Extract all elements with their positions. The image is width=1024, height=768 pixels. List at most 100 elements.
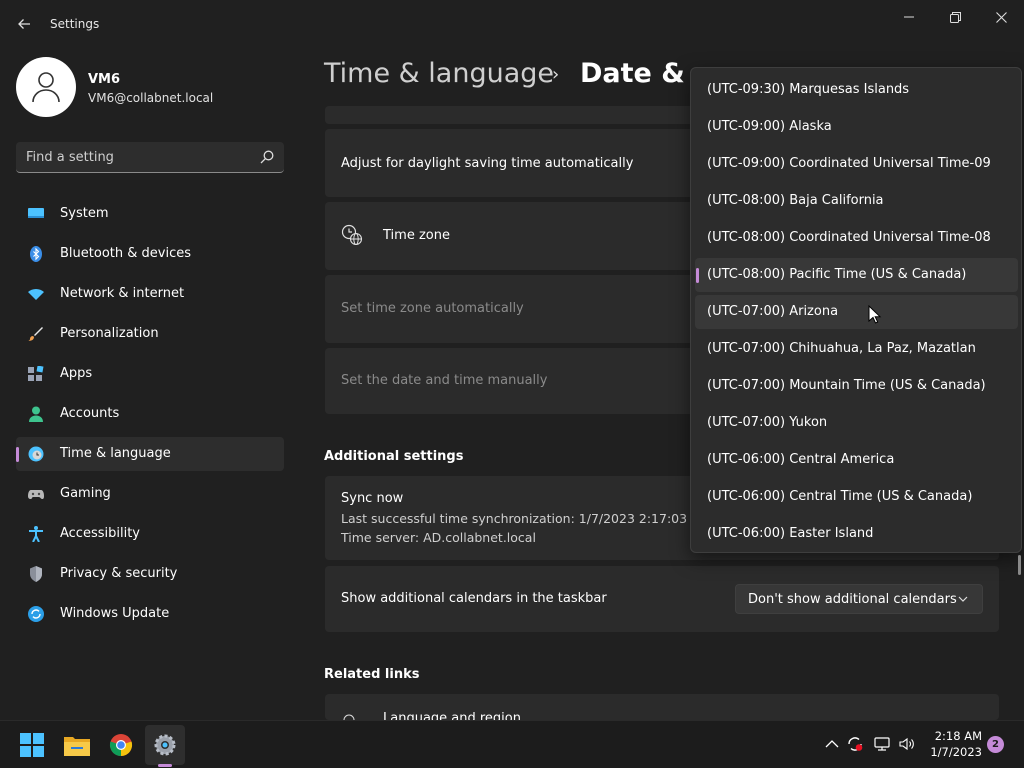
sidebar-item-label: Network & internet	[60, 286, 185, 301]
avatar[interactable]	[16, 57, 76, 117]
taskbar-clock-time[interactable]: 2:18 AM	[934, 729, 982, 743]
sidebar-item-accessibility[interactable]: Accessibility	[16, 517, 284, 551]
system-icon	[28, 208, 44, 218]
taskbar	[0, 720, 1024, 768]
user-email: VM6@collabnet.local	[88, 91, 214, 105]
minimize-button[interactable]	[886, 6, 932, 28]
user-name: VM6	[88, 72, 121, 87]
sidebar-item-label: Accessibility	[60, 526, 140, 541]
active-indicator	[16, 447, 19, 462]
sidebar-item-label: Gaming	[60, 486, 111, 501]
accounts-icon	[29, 406, 43, 422]
manual-date-time-label: Set the date and time manually	[341, 373, 548, 388]
taskbar-clock-date[interactable]: 1/7/2023	[925, 745, 982, 759]
close-icon	[995, 11, 1007, 23]
search-box[interactable]	[16, 142, 284, 173]
sidebar-item-system[interactable]: System	[16, 197, 284, 231]
chevron-down-icon	[958, 596, 968, 602]
network-icon[interactable]	[873, 736, 891, 752]
sidebar-item-label: Windows Update	[60, 606, 170, 621]
daylight-saving-label: Adjust for daylight saving time automati…	[341, 156, 634, 171]
restore-icon	[949, 11, 961, 23]
chrome-button[interactable]	[101, 725, 141, 765]
calendars-dropdown[interactable]: Don't show additional calendars	[735, 584, 983, 614]
time-zone-option[interactable]: (UTC-09:00) Alaska	[695, 110, 1018, 144]
sidebar-item-accounts[interactable]: Accounts	[16, 397, 284, 431]
minimize-icon	[904, 16, 914, 18]
chevron-up-icon[interactable]	[823, 736, 841, 752]
sidebar-item-label: Personalization	[60, 326, 159, 341]
settings-taskbar-button[interactable]	[145, 725, 185, 765]
title-bar: Settings	[0, 0, 1024, 48]
restore-button[interactable]	[932, 6, 978, 28]
folder-icon	[64, 737, 90, 756]
page-scrollbar[interactable]	[1018, 555, 1021, 575]
time-zone-option[interactable]: (UTC-08:00) Coordinated Universal Time-0…	[695, 221, 1018, 255]
time-zone-dropdown-list[interactable]: (UTC-09:30) Marquesas Islands (UTC-09:00…	[690, 67, 1022, 553]
chrome-icon	[109, 734, 133, 757]
time-zone-option[interactable]: (UTC-08:00) Baja California	[695, 184, 1018, 218]
notification-badge[interactable]: 2	[987, 736, 1004, 753]
apps-icon	[28, 366, 44, 381]
time-zone-option-selected[interactable]: (UTC-08:00) Pacific Time (US & Canada)	[695, 258, 1018, 292]
sidebar-item-personalization[interactable]: Personalization	[16, 317, 284, 351]
time-zone-option[interactable]: (UTC-07:00) Mountain Time (US & Canada)	[695, 369, 1018, 403]
time-zone-label: Time zone	[383, 228, 450, 243]
language-region-link[interactable]: Language and region	[383, 711, 521, 720]
breadcrumb-separator: ›	[552, 64, 560, 85]
related-links-title: Related links	[324, 667, 420, 682]
sidebar-item-label: Bluetooth & devices	[60, 246, 191, 261]
windows-update-icon	[28, 606, 44, 622]
language-region-card[interactable]: Language and region	[325, 694, 999, 720]
time-zone-option[interactable]: (UTC-07:00) Yukon	[695, 406, 1018, 440]
time-zone-icon	[341, 224, 363, 246]
windows-logo-icon	[20, 733, 44, 757]
start-button[interactable]	[12, 725, 52, 765]
search-input[interactable]	[26, 142, 256, 172]
calendars-dropdown-value: Don't show additional calendars	[748, 592, 957, 607]
sync-alert-icon[interactable]	[846, 736, 864, 752]
file-explorer-button[interactable]	[57, 725, 97, 765]
time-zone-option[interactable]: (UTC-06:00) Central America	[695, 443, 1018, 477]
time-zone-option[interactable]: (UTC-09:30) Marquesas Islands	[695, 73, 1018, 107]
sync-server-text: Time server: AD.collabnet.local	[341, 530, 536, 545]
bluetooth-icon	[30, 246, 42, 262]
time-zone-option[interactable]: (UTC-07:00) Chihuahua, La Paz, Mazatlan	[695, 332, 1018, 366]
time-zone-option[interactable]: (UTC-09:00) Coordinated Universal Time-0…	[695, 147, 1018, 181]
shield-icon	[30, 566, 42, 582]
page-title: Date & time	[580, 58, 692, 89]
sidebar-item-apps[interactable]: Apps	[16, 357, 284, 391]
selected-indicator	[696, 268, 699, 283]
calendars-label: Show additional calendars in the taskbar	[341, 591, 607, 606]
sync-now-title: Sync now	[341, 491, 404, 506]
app-title: Settings	[50, 17, 100, 31]
sidebar-item-label: Time & language	[60, 446, 171, 461]
back-button[interactable]	[10, 10, 38, 38]
sidebar-item-label: System	[60, 206, 109, 221]
time-zone-option[interactable]: (UTC-06:00) Easter Island	[695, 517, 1018, 551]
sidebar-item-time-language[interactable]: Time & language	[16, 437, 284, 471]
sidebar-item-windows-update[interactable]: Windows Update	[16, 597, 284, 631]
sidebar-item-privacy[interactable]: Privacy & security	[16, 557, 284, 591]
gaming-icon	[28, 490, 44, 499]
volume-icon[interactable]	[898, 736, 916, 752]
sidebar-item-label: Accounts	[60, 406, 120, 421]
time-zone-option-hovered[interactable]: (UTC-07:00) Arizona	[695, 295, 1018, 329]
sidebar-item-network[interactable]: Network & internet	[16, 277, 284, 311]
gear-icon	[154, 734, 176, 756]
wifi-icon	[28, 288, 44, 300]
brush-icon	[28, 327, 43, 341]
mouse-cursor-icon	[868, 305, 882, 324]
sidebar-item-gaming[interactable]: Gaming	[16, 477, 284, 511]
breadcrumb-parent[interactable]: Time & language	[324, 58, 554, 89]
sidebar-item-bluetooth[interactable]: Bluetooth & devices	[16, 237, 284, 271]
search-icon[interactable]	[260, 150, 274, 164]
auto-time-zone-label: Set time zone automatically	[341, 301, 524, 316]
accessibility-icon	[29, 526, 43, 542]
user-icon	[32, 72, 60, 103]
time-language-icon	[28, 446, 44, 462]
sync-last-text: Last successful time synchronization: 1/…	[341, 511, 711, 526]
time-zone-option[interactable]: (UTC-06:00) Central Time (US & Canada)	[695, 480, 1018, 514]
sidebar-item-label: Privacy & security	[60, 566, 178, 581]
close-button[interactable]	[978, 6, 1024, 28]
